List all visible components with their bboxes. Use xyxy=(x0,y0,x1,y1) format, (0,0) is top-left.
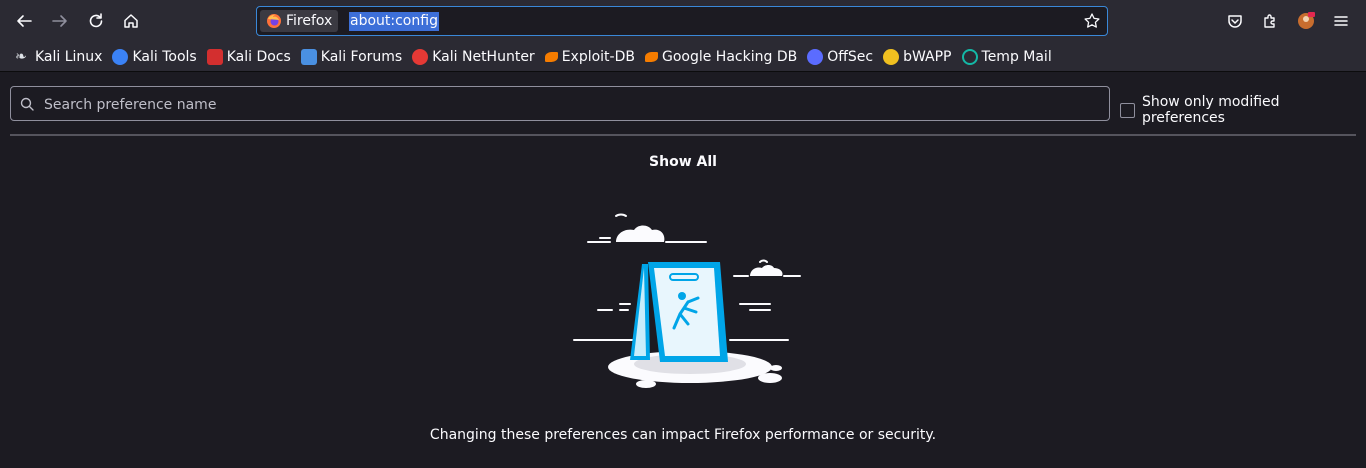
home-icon xyxy=(124,14,138,28)
firefox-logo-icon xyxy=(267,14,281,28)
arrow-left-icon xyxy=(17,15,32,27)
show-modified-toggle[interactable]: Show only modified preferences xyxy=(1120,94,1366,126)
pocket-button[interactable] xyxy=(1219,5,1251,37)
kali-nethunter-icon xyxy=(412,48,429,65)
site-identity-button[interactable]: Firefox xyxy=(260,10,339,32)
puzzle-icon xyxy=(1264,14,1275,28)
bookmark-temp-mail[interactable]: Temp Mail xyxy=(957,45,1057,69)
account-button[interactable] xyxy=(1290,5,1322,37)
kali-dragon-icon: ❧ xyxy=(15,48,27,65)
forward-button[interactable] xyxy=(44,5,76,37)
navigation-toolbar: Firefox about:config xyxy=(0,0,1366,42)
divider xyxy=(10,134,1356,136)
ghdb-icon xyxy=(644,51,658,62)
home-button[interactable] xyxy=(115,5,147,37)
url-text[interactable]: about:config xyxy=(349,12,439,31)
bookmark-bwapp[interactable]: bWAPP xyxy=(878,45,956,69)
bookmark-offsec[interactable]: OffSec xyxy=(802,45,878,69)
bookmark-kali-tools[interactable]: Kali Tools xyxy=(107,45,201,69)
bookmark-exploit-db[interactable]: Exploit-DB xyxy=(540,45,640,69)
about-config-page: Show only modified preferences Show All … xyxy=(0,72,1366,468)
bookmark-kali-docs[interactable]: Kali Docs xyxy=(202,45,296,69)
bookmarks-toolbar: ❧ Kali Linux Kali Tools Kali Docs Kali F… xyxy=(0,42,1366,72)
warning-sign-illustration xyxy=(573,213,801,388)
url-bar[interactable]: Firefox about:config xyxy=(256,6,1108,36)
offsec-icon xyxy=(807,48,824,65)
kali-tools-icon xyxy=(112,48,129,65)
bookmark-label: Kali Docs xyxy=(226,48,291,65)
bookmark-label: Kali Linux xyxy=(35,48,103,65)
pocket-icon xyxy=(1228,15,1242,28)
warning-message: Changing these preferences can impact Fi… xyxy=(429,427,937,443)
bookmark-kali-linux[interactable]: ❧ Kali Linux xyxy=(10,45,107,69)
bookmark-label: Temp Mail xyxy=(981,48,1052,65)
reload-icon xyxy=(89,13,103,28)
reload-button[interactable] xyxy=(80,5,112,37)
kali-docs-icon xyxy=(206,48,223,65)
show-modified-label: Show only modified preferences xyxy=(1141,94,1280,126)
bookmark-label: bWAPP xyxy=(903,48,952,65)
app-menu-button[interactable] xyxy=(1325,5,1357,37)
bookmark-google-hacking-db[interactable]: Google Hacking DB xyxy=(640,45,802,69)
preference-search-box[interactable] xyxy=(10,86,1110,122)
bookmark-label: Kali Tools xyxy=(132,48,197,65)
arrow-right-icon xyxy=(52,15,67,27)
site-identity-label: Firefox xyxy=(286,13,333,29)
bookmark-label: Google Hacking DB xyxy=(661,48,798,65)
account-avatar-icon xyxy=(1298,12,1315,29)
search-input[interactable] xyxy=(42,87,1096,122)
bookmark-label: Kali Forums xyxy=(320,48,403,65)
temp-mail-icon xyxy=(961,48,978,65)
show-modified-checkbox[interactable] xyxy=(1120,102,1135,118)
bookmark-kali-forums[interactable]: Kali Forums xyxy=(296,45,407,69)
bwapp-bee-icon xyxy=(883,48,900,65)
hamburger-menu-icon xyxy=(1334,16,1348,26)
back-button[interactable] xyxy=(8,5,40,37)
bookmark-label: Kali NetHunter xyxy=(432,48,535,65)
exploit-db-icon xyxy=(544,51,558,62)
bookmark-label: OffSec xyxy=(827,48,874,65)
show-all-button[interactable]: Show All xyxy=(0,154,1366,170)
bookmark-kali-nethunter[interactable]: Kali NetHunter xyxy=(407,45,539,69)
search-icon xyxy=(20,97,34,111)
bookmark-star-icon[interactable] xyxy=(1083,12,1101,30)
extensions-button[interactable] xyxy=(1254,5,1286,37)
kali-forums-icon xyxy=(300,48,317,65)
bookmark-label: Exploit-DB xyxy=(561,48,635,65)
